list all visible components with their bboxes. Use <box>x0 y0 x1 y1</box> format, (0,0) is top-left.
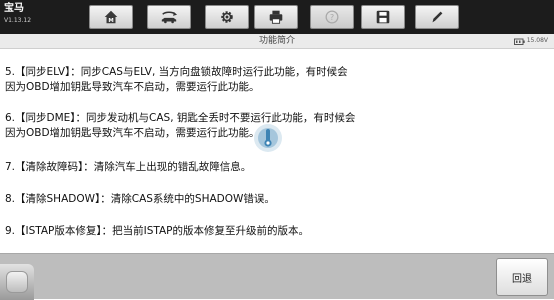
top-toolbar: 宝马 V1.13.12 M ? <box>0 0 554 34</box>
title-bar: 功能简介 15.08V <box>0 34 554 49</box>
list-item: 9.【ISTAP版本修复】：把当前ISTAP的版本修复至升级前的版本。 <box>5 224 545 239</box>
list-item: 5.【同步ELV】：同步CAS与ELV, 当方向盘锁故障时运行此功能，有时候会 … <box>5 65 545 95</box>
battery-icon <box>513 38 525 45</box>
bottom-bar: 回退 <box>0 253 554 300</box>
item-text-line: 8.【清除SHADOW】：清除CAS系统中的SHADOW错误。 <box>5 193 275 205</box>
device-home-knob <box>6 271 28 293</box>
app-version: V1.13.12 <box>4 17 32 24</box>
help-icon: ? <box>325 10 339 24</box>
printer-icon <box>269 10 283 24</box>
device-home-button[interactable] <box>0 264 34 300</box>
thermometer-watermark-icon <box>254 124 282 152</box>
home-icon: M <box>104 10 118 24</box>
item-text-line: 9.【ISTAP版本修复】：把当前ISTAP的版本修复至升级前的版本。 <box>5 225 310 237</box>
app-name: 宝马 <box>4 3 24 14</box>
home-button[interactable]: M <box>89 5 133 29</box>
save-icon <box>376 10 390 24</box>
item-text-line: 7.【清除故障码】：清除汽车上出现的错乱故障信息。 <box>5 161 252 173</box>
vehicle-swap-button[interactable] <box>147 5 191 29</box>
list-item: 8.【清除SHADOW】：清除CAS系统中的SHADOW错误。 <box>5 192 545 207</box>
pen-icon <box>432 11 443 23</box>
list-item: 7.【清除故障码】：清除汽车上出现的错乱故障信息。 <box>5 160 545 175</box>
gear-icon <box>221 11 233 23</box>
annotate-button[interactable] <box>415 5 459 29</box>
help-button[interactable]: ? <box>310 5 354 29</box>
vehicle-swap-icon <box>161 11 178 24</box>
app-title-block: 宝马 V1.13.12 <box>4 3 74 25</box>
settings-button[interactable] <box>205 5 249 29</box>
svg-text:M: M <box>108 18 113 24</box>
item-text-line: 5.【同步ELV】：同步CAS与ELV, 当方向盘锁故障时运行此功能，有时候会 <box>5 66 348 78</box>
save-button[interactable] <box>361 5 405 29</box>
page-title: 功能简介 <box>258 36 295 46</box>
back-button[interactable]: 回退 <box>496 258 548 296</box>
svg-text:?: ? <box>330 12 334 22</box>
voltage-readout: 15.08V <box>526 37 548 44</box>
battery-status: 15.08V <box>513 36 548 46</box>
print-button[interactable] <box>254 5 298 29</box>
item-text-line: 因为OBD增加钥匙导致汽车不启动，需要运行此功能。 <box>5 81 260 93</box>
